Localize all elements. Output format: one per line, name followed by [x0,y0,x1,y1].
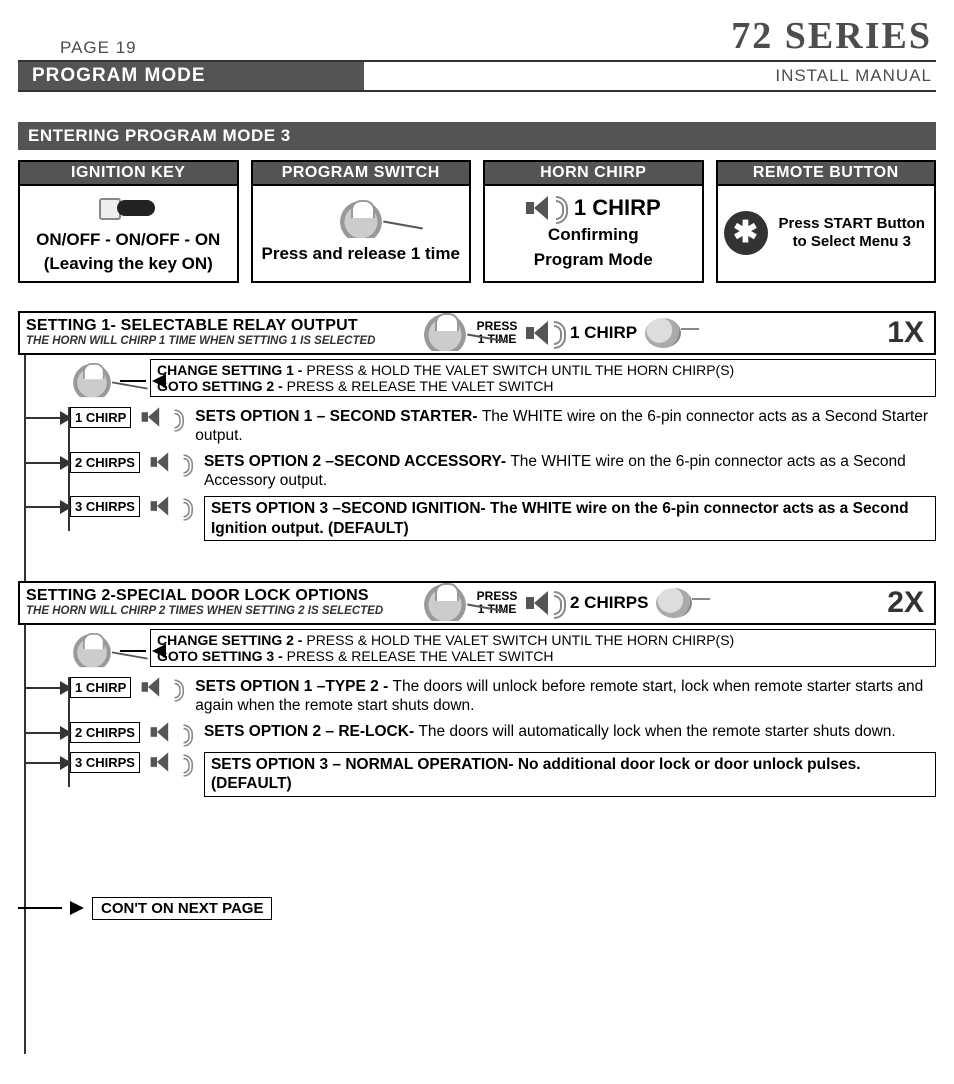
soundwave-icon [175,679,186,698]
step-header: HORN CHIRP [485,162,702,186]
setting-subtitle: THE HORN WILL CHIRP 2 TIMES WHEN SETTING… [26,605,416,617]
option-chirp-tag: 1 CHIRP [70,407,131,428]
soundwave-icon [554,591,568,615]
setting-header: SETTING 2-SPECIAL DOOR LOCK OPTIONS THE … [18,581,936,625]
speaker-icon [526,591,552,615]
option-text: SETS OPTION 1 – SECOND STARTER- The WHIT… [195,407,936,446]
ignition-line2: (Leaving the key ON) [44,254,213,274]
soundwave-icon [183,754,194,773]
horn-chirp-line2: Program Mode [534,250,653,270]
valet-switch-icon [339,202,383,238]
chirp-label: 1 CHIRP [570,323,637,343]
valet-switch-icon [423,315,467,351]
page-number: PAGE 19 [60,38,137,58]
valet-switch-icon [72,635,112,667]
arrow-right-icon [60,681,72,695]
soundwave-icon [183,499,194,518]
option-chirp-tag: 3 CHIRPS [70,496,140,517]
step-header: PROGRAM SWITCH [253,162,470,186]
option-text: SETS OPTION 3 – NORMAL OPERATION- No add… [204,752,936,797]
option-row: 3 CHIRPS SETS OPTION 3 –SECOND IGNITION-… [70,496,936,541]
arrow-line [120,380,146,382]
setting-options: 1 CHIRP SETS OPTION 1 – SECOND STARTER- … [70,407,936,541]
change-instructions: CHANGE SETTING 1 - PRESS & HOLD THE VALE… [150,359,936,397]
step-horn-chirp: HORN CHIRP 1 CHIRP Confirming Program Mo… [483,160,704,283]
option-row: 1 CHIRP SETS OPTION 1 – SECOND STARTER- … [70,407,936,446]
press-label: PRESS1 TIME [468,590,526,616]
option-text: SETS OPTION 2 –SECOND ACCESSORY- The WHI… [204,452,936,491]
speaker-icon [142,407,163,426]
step-remote-button: REMOTE BUTTON ✱ Press START Button to Se… [716,160,937,283]
remote-ball-icon [645,318,681,348]
ignition-line1: ON/OFF - ON/OFF - ON [36,230,220,250]
speaker-icon [151,722,172,741]
option-chirp-tag: 1 CHIRP [70,677,131,698]
valet-switch-icon [72,365,112,397]
step-header: IGNITION KEY [20,162,237,186]
option-chirp-tag: 3 CHIRPS [70,752,140,773]
setting-header: SETTING 1- SELECTABLE RELAY OUTPUT THE H… [18,311,936,355]
option-row: 2 CHIRPS SETS OPTION 2 –SECOND ACCESSORY… [70,452,936,491]
mode-band: PROGRAM MODE [18,62,364,90]
remote-ball-icon [656,588,692,618]
option-text: SETS OPTION 2 – RE-LOCK- The doors will … [204,722,936,741]
section-title: ENTERING PROGRAM MODE 3 [18,122,936,150]
continue-next-page: CON'T ON NEXT PAGE [18,897,936,920]
speaker-icon [142,677,163,696]
setting-title: SETTING 1- SELECTABLE RELAY OUTPUT [26,317,416,335]
setting-title: SETTING 2-SPECIAL DOOR LOCK OPTIONS [26,587,416,605]
soundwave-icon [556,196,570,220]
remote-start-icon: ✱ [724,211,768,255]
change-instructions: CHANGE SETTING 2 - PRESS & HOLD THE VALE… [150,629,936,667]
setting-options: 1 CHIRP SETS OPTION 1 –TYPE 2 - The door… [70,677,936,797]
arrow-right-icon [60,456,72,470]
option-text: SETS OPTION 3 –SECOND IGNITION- The WHIT… [204,496,936,541]
chirp-label: 2 CHIRPS [570,593,648,613]
option-chirp-tag: 2 CHIRPS [70,722,140,743]
option-row: 2 CHIRPS SETS OPTION 2 – RE-LOCK- The do… [70,722,936,746]
count-label: 2X [887,586,924,620]
speaker-icon [151,452,172,471]
soundwave-icon [554,321,568,345]
valet-switch-icon [423,585,467,621]
option-row: 3 CHIRPS SETS OPTION 3 – NORMAL OPERATIO… [70,752,936,797]
doc-type: INSTALL MANUAL [775,66,936,86]
entering-steps: IGNITION KEY ON/OFF - ON/OFF - ON (Leavi… [18,160,936,283]
option-text: SETS OPTION 1 –TYPE 2 - The doors will u… [195,677,936,716]
arrow-right-icon [60,756,72,770]
speaker-icon [526,196,552,220]
continue-label: CON'T ON NEXT PAGE [92,897,272,920]
press-label: PRESS1 TIME [468,320,526,346]
speaker-icon [526,321,552,345]
speaker-icon [151,752,172,771]
step-ignition-key: IGNITION KEY ON/OFF - ON/OFF - ON (Leavi… [18,160,239,283]
setting-subtitle: THE HORN WILL CHIRP 1 TIME WHEN SETTING … [26,335,416,347]
arrow-right-icon [60,726,72,740]
remote-button-text: Press START Button to Select Menu 3 [776,215,929,251]
soundwave-icon [175,409,186,428]
key-icon [99,194,157,222]
speaker-icon [151,497,172,516]
soundwave-icon [183,724,194,743]
option-chirp-tag: 2 CHIRPS [70,452,140,473]
arrow-line [18,907,62,909]
series-title: 72 SERIES [731,14,932,58]
settings-tree: SETTING 1- SELECTABLE RELAY OUTPUT THE H… [24,311,936,1054]
horn-chirp-count: 1 CHIRP [574,195,661,221]
horn-chirp-line1: Confirming [548,225,639,245]
program-switch-caption: Press and release 1 time [262,244,460,264]
arrow-line [120,650,146,652]
arrow-right-icon [70,901,84,915]
soundwave-icon [183,454,194,473]
step-program-switch: PROGRAM SWITCH Press and release 1 time [251,160,472,283]
option-row: 1 CHIRP SETS OPTION 1 –TYPE 2 - The door… [70,677,936,716]
arrow-right-icon [60,411,72,425]
step-header: REMOTE BUTTON [718,162,935,186]
count-label: 1X [887,316,924,350]
arrow-right-icon [60,500,72,514]
